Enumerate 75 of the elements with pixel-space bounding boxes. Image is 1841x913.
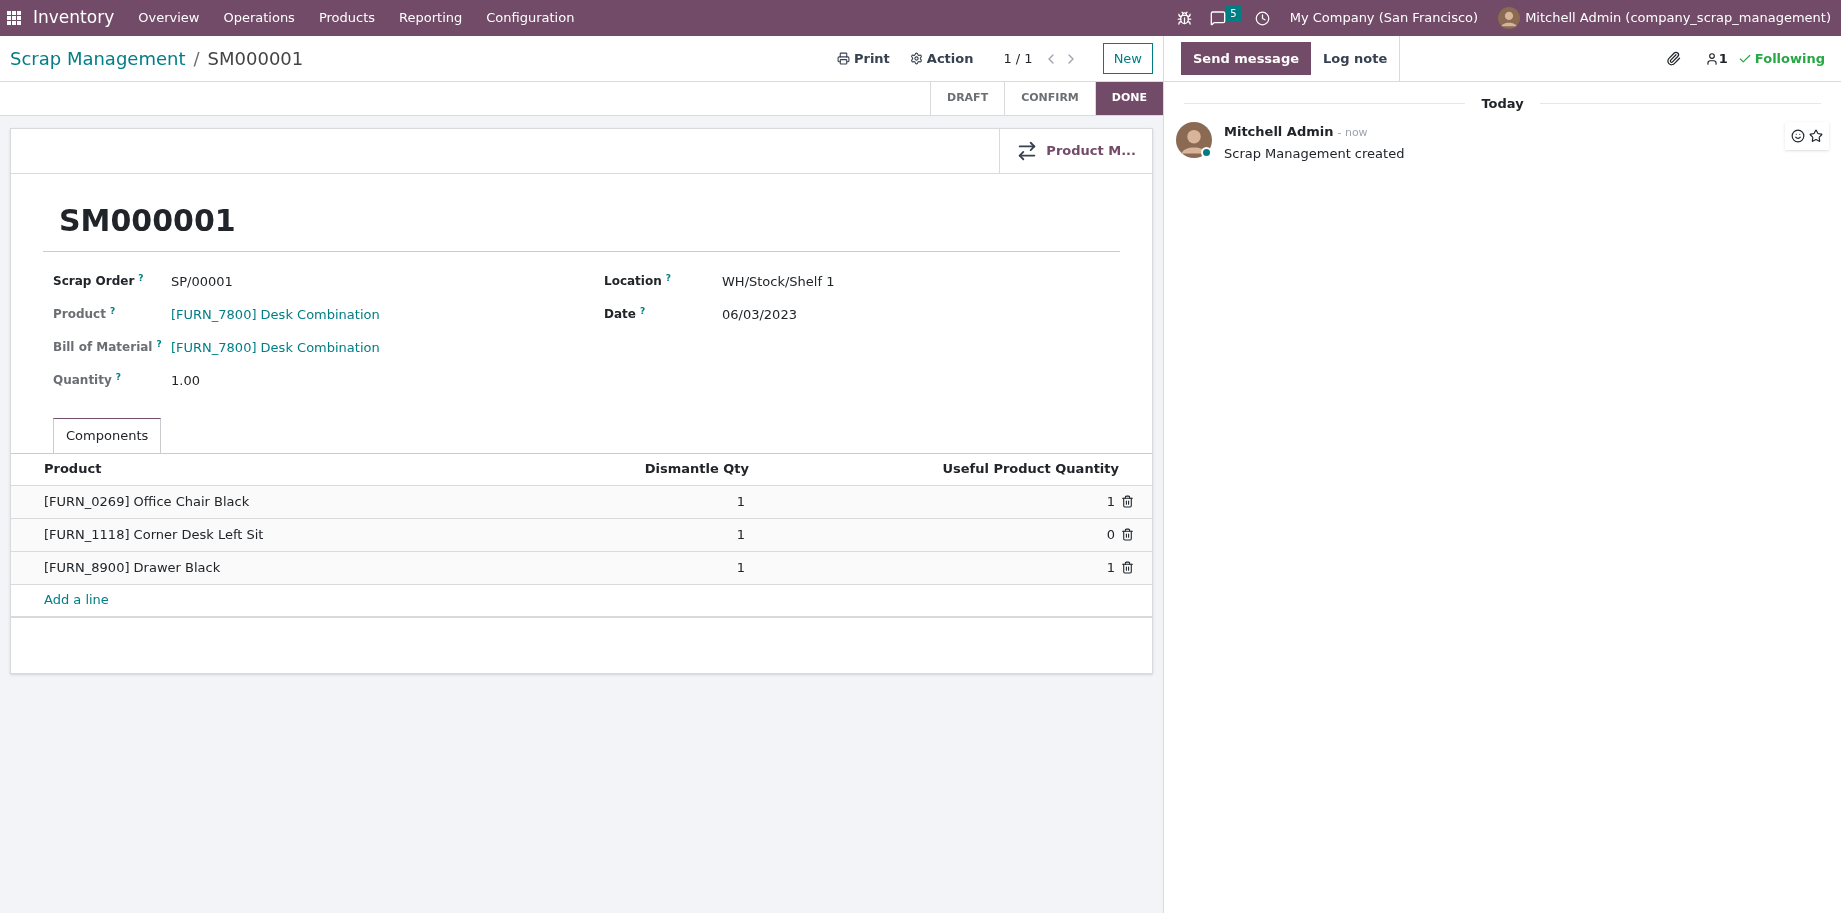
field-label: Product xyxy=(53,306,106,323)
status-stage[interactable]: DRAFT xyxy=(930,82,1005,115)
action-button[interactable]: Action xyxy=(909,48,974,69)
table-cell-text: 0 xyxy=(1105,525,1115,544)
breadcrumb-separator: / xyxy=(193,47,200,71)
table-cell-text: 1 xyxy=(735,492,745,511)
field-link[interactable]: [FURN_7800] Desk Combination xyxy=(171,305,380,325)
field-value: 06/03/2023 xyxy=(722,306,797,324)
message-body: Scrap Management created xyxy=(1224,146,1405,161)
column-header[interactable]: Product xyxy=(44,459,549,479)
field-value: WH/Stock/Shelf 1 xyxy=(722,273,835,291)
debug-icon[interactable] xyxy=(1177,10,1193,26)
menu-item[interactable]: Reporting xyxy=(399,8,463,28)
menu-item[interactable]: Operations xyxy=(223,8,295,28)
avatar-icon xyxy=(1498,7,1521,29)
field-value: 1.00 xyxy=(171,372,200,390)
emoji-icon[interactable] xyxy=(1791,128,1805,143)
field-link[interactable]: [FURN_7800] Desk Combination xyxy=(171,338,380,358)
field-label: Bill of Material xyxy=(53,339,153,356)
company-switcher[interactable]: My Company (San Francisco) xyxy=(1289,8,1479,28)
followers-icon[interactable] xyxy=(1704,51,1719,66)
attachment-icon[interactable] xyxy=(1665,51,1681,66)
table-cell-text: 1 xyxy=(1105,492,1115,511)
user-menu[interactable]: Mitchell Admin (company_scrap_management) xyxy=(1525,8,1831,28)
status-stage[interactable]: DONE xyxy=(1094,82,1163,115)
help-mark[interactable]: ? xyxy=(156,338,162,356)
record-title: SM000001 xyxy=(59,203,236,238)
pager-value: 1 / 1 xyxy=(1003,49,1033,68)
help-mark[interactable]: ? xyxy=(115,371,122,389)
menu-item[interactable]: Overview xyxy=(138,8,200,28)
message-author: Mitchell Admin xyxy=(1224,122,1334,141)
star-icon[interactable] xyxy=(1809,128,1823,143)
new-button[interactable]: New xyxy=(1102,42,1153,75)
breadcrumb-current: SM000001 xyxy=(207,47,304,71)
field-label: Quantity xyxy=(53,372,112,389)
message-time: - now xyxy=(1337,124,1368,141)
menu-item[interactable]: Configuration xyxy=(486,8,575,28)
column-header[interactable]: Dismantle Qty xyxy=(549,459,749,479)
print-button[interactable]: Print xyxy=(836,48,890,69)
table-cell-text: [FURN_0269] Office Chair Black xyxy=(44,492,251,511)
printer-icon xyxy=(836,52,850,65)
chatter-button[interactable]: Send message xyxy=(1181,42,1311,75)
chatter-button[interactable]: Log note xyxy=(1311,35,1401,82)
field-label: Location xyxy=(604,273,662,290)
activity-icon[interactable] xyxy=(1254,10,1270,26)
help-mark[interactable]: ? xyxy=(639,305,646,323)
table-cell-text: [FURN_1118] Corner Desk Left Sit xyxy=(44,525,265,544)
tab[interactable]: Components xyxy=(53,418,162,453)
smart-button[interactable]: Product M... xyxy=(999,129,1152,173)
apps-grid-icon[interactable] xyxy=(7,11,21,25)
breadcrumb-link[interactable]: Scrap Management xyxy=(10,45,186,72)
delete-icon[interactable] xyxy=(1121,495,1134,508)
field-value: SP/00001 xyxy=(171,273,233,291)
column-header[interactable]: Useful Product Quantity xyxy=(749,459,1119,479)
table-cell-text: 1 xyxy=(1105,558,1115,577)
status-stage[interactable]: CONFIRM xyxy=(1004,82,1095,115)
help-mark[interactable]: ? xyxy=(109,305,116,323)
field-label: Date xyxy=(604,306,636,323)
help-mark[interactable]: ? xyxy=(665,272,671,290)
field-label: Scrap Order xyxy=(53,273,135,290)
messages-icon[interactable] xyxy=(1210,10,1227,26)
followers-count[interactable]: 1 xyxy=(1718,48,1728,69)
menu-item[interactable]: Products xyxy=(318,8,376,28)
add-line-link[interactable]: Add a line xyxy=(44,590,109,610)
date-separator: Today xyxy=(1480,95,1525,113)
avatar-icon xyxy=(1176,121,1212,158)
app-title[interactable]: Inventory xyxy=(33,5,115,31)
message-count-badge: 5 xyxy=(1226,5,1241,21)
delete-icon[interactable] xyxy=(1121,561,1134,574)
help-mark[interactable]: ? xyxy=(138,272,144,290)
table-cell-text: 1 xyxy=(735,525,745,544)
gear-icon xyxy=(909,52,923,65)
table-cell-text: [FURN_8900] Drawer Black xyxy=(44,558,222,577)
delete-icon[interactable] xyxy=(1121,528,1134,541)
table-cell-text: 1 xyxy=(735,558,745,577)
